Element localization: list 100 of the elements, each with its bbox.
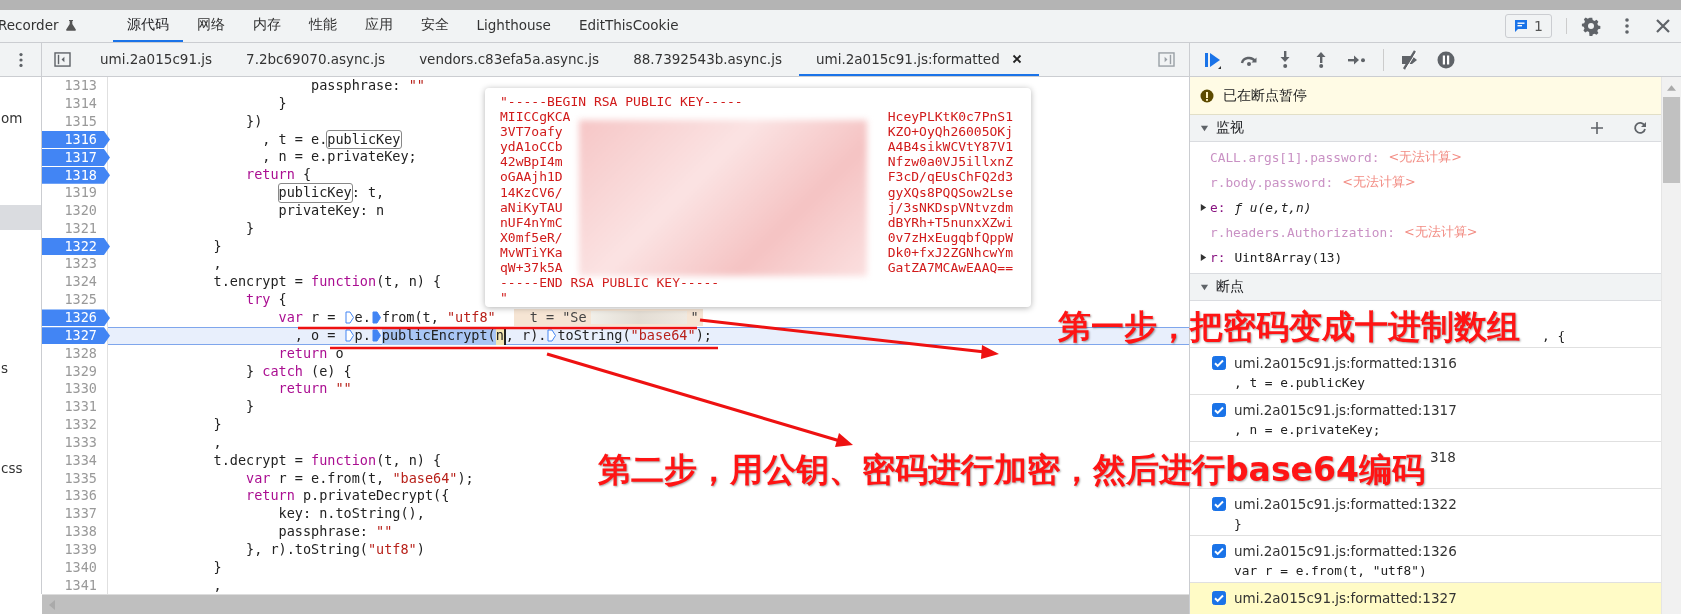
code-text: (t, n) {	[376, 451, 442, 470]
code-text: ""	[408, 77, 425, 95]
scrollbar-thumb[interactable]	[1663, 97, 1680, 183]
breakpoint-marker[interactable]: 1326	[42, 309, 110, 327]
deactivate-breakpoints-icon[interactable]	[1400, 49, 1420, 70]
breakpoint-marker[interactable]: 1316	[42, 131, 110, 149]
refresh-icon[interactable]	[1633, 121, 1647, 135]
file-name[interactable]: s	[1, 359, 41, 376]
file-tab[interactable]: 88.7392543b.async.js	[616, 43, 799, 76]
line-number: 1335	[64, 469, 98, 488]
breakpoint-location[interactable]: umi.2a015c91.js:formatted:1327	[1234, 590, 1457, 606]
breakpoint-location[interactable]: umi.2a015c91.js:formatted:1322	[1234, 496, 1457, 512]
watch-value: Uint8Array(13)	[1234, 250, 1343, 265]
watch-expression: r.body.password:	[1210, 175, 1334, 190]
file-tab[interactable]: umi.2a015c91.js:formatted	[798, 43, 1039, 76]
code-text: return	[278, 380, 328, 399]
step-marker-icon[interactable]	[371, 311, 381, 325]
checkbox[interactable]	[1212, 544, 1226, 558]
vertical-scrollbar[interactable]	[1661, 77, 1681, 614]
step-marker-icon[interactable]	[344, 311, 354, 325]
key-text: F3cD/qEUsChFQ2d3	[887, 169, 1013, 185]
panel-tab[interactable]: 应用	[350, 10, 407, 42]
section-title[interactable]: 断点	[1216, 278, 1244, 296]
file-tab[interactable]: vendors.c83efa5a.async.js	[402, 43, 617, 76]
breakpoint-code: , n = e.privateKey;	[1233, 421, 1382, 439]
key-text: A4B4sikWCVtY87V1	[887, 139, 1013, 155]
current-breakpoint-row[interactable]: umi.2a015c91.js:formatted:1327	[1190, 583, 1661, 614]
code-text: ""	[376, 523, 393, 541]
add-icon[interactable]	[1590, 121, 1604, 135]
breakpoint-location[interactable]: 318	[1430, 449, 1456, 465]
key-text: 0v7zHxEugqbfQppW	[887, 229, 1013, 245]
collapsed-triangle-icon[interactable]	[1199, 253, 1208, 262]
file-tab[interactable]: umi.2a015c91.js	[83, 43, 230, 76]
code-text: "utf8"	[367, 540, 417, 559]
pause-icon[interactable]	[1436, 49, 1456, 70]
code-text: try	[246, 291, 271, 309]
panel-tab[interactable]: 性能	[294, 10, 351, 42]
expanded-triangle-icon[interactable]	[1200, 123, 1209, 133]
watch-expression: r:	[1210, 250, 1226, 265]
breakpoint-marker[interactable]: 1317	[42, 148, 110, 166]
expanded-triangle-icon[interactable]	[1200, 282, 1209, 292]
sidebar-toggle-icon[interactable]	[1158, 52, 1175, 67]
code-text: n	[495, 326, 506, 345]
key-text: KZO+OyQh26005OKj	[887, 124, 1013, 140]
settings-icon[interactable]	[1581, 16, 1601, 36]
step-marker-icon[interactable]	[371, 329, 381, 343]
code-text: , n = e.privateKey;	[262, 148, 417, 167]
panel-tab[interactable]: EditThisCookie	[564, 10, 693, 42]
watch-value: <无法计算>	[1388, 149, 1462, 166]
breakpoint-location[interactable]: umi.2a015c91.js:formatted:1317	[1234, 402, 1457, 418]
step-marker-icon[interactable]	[344, 329, 354, 343]
panel-tab[interactable]: 网络	[182, 10, 239, 42]
file-name[interactable]: css	[1, 459, 41, 476]
watch-value: ƒ u(e,t,n)	[1234, 200, 1312, 215]
code-text: }	[246, 362, 256, 381]
code-text: passphrase:	[311, 77, 402, 95]
line-number: 1333	[64, 433, 98, 452]
key-text: dBYRh+T5nunxXZwi	[887, 214, 1013, 230]
line-number: 1339	[64, 540, 98, 559]
code-text: return	[246, 487, 295, 506]
breakpoint-marker[interactable]: 1318	[42, 166, 110, 184]
checkbox[interactable]	[1212, 403, 1226, 417]
breakpoint-location[interactable]: umi.2a015c91.js:formatted:1316	[1234, 355, 1457, 371]
line-number: 1331	[64, 398, 98, 417]
horizontal-scrollbar[interactable]	[42, 594, 1189, 614]
breakpoint-marker[interactable]: 1322	[42, 238, 110, 256]
key-text: j/3sNKDspVNtvzdm	[887, 199, 1013, 215]
breakpoint-code: , {	[1541, 328, 1566, 343]
code-text: p.	[354, 326, 371, 345]
file-name[interactable]: om	[1, 109, 41, 126]
checkbox[interactable]	[1212, 591, 1226, 605]
line-number: 1329	[64, 362, 98, 381]
panel-tab[interactable]: Lighthouse	[462, 10, 565, 42]
code-text: "base64"	[392, 469, 458, 488]
breakpoint-code: }	[1233, 515, 1243, 533]
code-text: return	[246, 166, 295, 185]
panel-tab[interactable]: 内存	[238, 10, 295, 42]
panel-tab[interactable]: 安全	[406, 10, 463, 42]
collapsed-triangle-icon[interactable]	[1199, 203, 1208, 212]
checkbox[interactable]	[1212, 356, 1226, 370]
code-text: ,	[213, 255, 222, 274]
issues-button[interactable]: 1	[1505, 14, 1552, 38]
checkbox[interactable]	[1212, 497, 1226, 511]
code-text: publicKey	[278, 184, 352, 202]
message-icon	[1514, 19, 1529, 33]
code-text: key: n.toString(),	[278, 505, 425, 524]
code-text: t.encrypt =	[213, 273, 304, 292]
section-title[interactable]: 监视	[1216, 119, 1244, 137]
code-text: )	[416, 540, 425, 559]
watch-value: <无法计算>	[1403, 224, 1478, 241]
file-tab[interactable]: 7.2bc69070.async.js	[229, 43, 403, 76]
key-text: Dk0+fxJ2ZGNhcwYm	[887, 244, 1013, 261]
code-text: from(t,	[381, 308, 440, 327]
sidebar-toggle-icon[interactable]	[54, 52, 71, 67]
panel-tab[interactable]: Recorder	[0, 10, 91, 42]
close-icon[interactable]	[1011, 53, 1022, 64]
step-marker-icon[interactable]	[547, 329, 557, 343]
breakpoint-location[interactable]: umi.2a015c91.js:formatted:1326	[1234, 543, 1457, 559]
code-text: function	[311, 451, 377, 470]
breakpoint-marker[interactable]: 1327	[42, 327, 110, 345]
